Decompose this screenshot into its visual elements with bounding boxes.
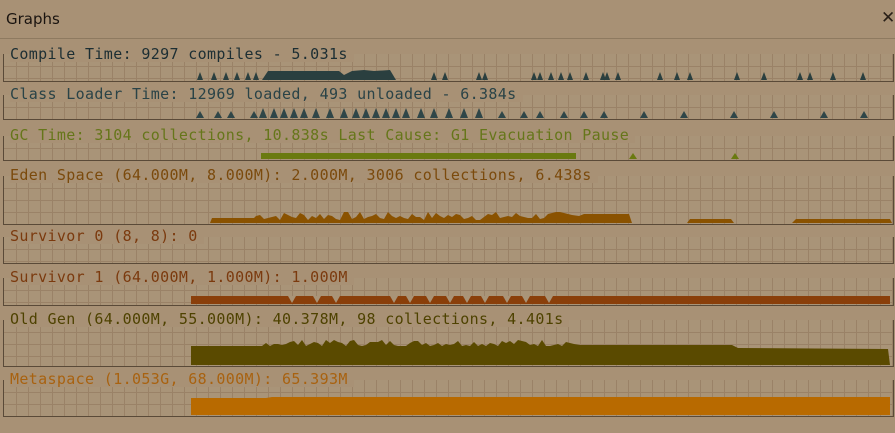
old-gen-label: Old Gen (64.000M, 55.000M): 40.378M, 98 … [10,311,570,327]
class-loader-spike [820,111,828,118]
class-loader-spike [352,108,360,118]
class-loader-spike [280,108,288,118]
compile-spike [245,72,251,80]
compile-spike [558,72,564,80]
eden-space-panel: Eden Space (64.000M, 8.000M): 2.000M, 30… [0,167,895,225]
window-title: Graphs [6,10,60,28]
class-loader-time-panel: Class Loader Time: 12969 loaded, 493 unl… [0,86,895,120]
survivor-1-label: Survivor 1 (64.000M, 1.000M): 1.000M [10,269,354,285]
class-loader-spike [417,108,425,118]
survivor-1-series [191,296,890,304]
eden-space-label: Eden Space (64.000M, 8.000M): 2.000M, 30… [10,167,598,183]
class-loader-spike [460,108,468,118]
class-loader-spike [312,108,320,118]
compile-burst [262,70,396,80]
compile-spike [797,72,803,80]
class-loader-spike [259,108,267,118]
eden-series [792,219,892,223]
class-loader-spike [536,111,544,118]
class-loader-spike [600,111,608,118]
gc-bars [261,153,739,159]
compile-time-label: Compile Time: 9297 compiles - 5.031s [10,46,354,62]
class-loader-spike [680,111,688,118]
compile-spike [476,72,482,80]
compile-spike [687,72,693,80]
class-loader-spike [372,108,380,118]
compile-spike [223,72,229,80]
compile-spike [734,72,740,80]
metaspace-series [191,397,890,415]
compile-spike [583,72,589,80]
class-loader-spike [640,111,648,118]
compile-spike [674,72,680,80]
class-loader-spike [520,111,528,118]
compile-spike [567,72,573,80]
class-loader-spike [475,108,483,118]
compile-spike [234,72,240,80]
compile-spike [482,72,488,80]
class-loader-spike [196,111,204,118]
class-loader-spike [326,108,334,118]
compile-spike [761,72,767,80]
class-loader-spike [402,108,410,118]
class-loader-spike [300,108,308,118]
class-loader-spike [580,111,588,118]
compile-spike [830,72,836,80]
old-gen-series [191,340,890,365]
compile-spike [537,72,543,80]
old-gen-panel: Old Gen (64.000M, 55.000M): 40.378M, 98 … [0,311,895,367]
class-loader-spike [392,108,400,118]
survivor-1-area [191,296,890,304]
survivor-1-panel: Survivor 1 (64.000M, 1.000M): 1.000M [0,269,895,306]
gc-spike [629,153,637,159]
class-loader-spike [340,108,348,118]
gc-block [261,153,576,159]
compile-spike [807,72,813,80]
class-loader-spike [860,111,868,118]
compile-spike [657,72,663,80]
compile-spike [531,72,537,80]
eden-series [687,219,734,223]
compile-spike [860,72,866,80]
survivor-0-panel: Survivor 0 (8, 8): 0 [0,228,895,264]
compile-time-panel: Compile Time: 9297 compiles - 5.031s [0,44,895,82]
compile-spike [197,72,203,80]
class-loader-spike [227,111,235,118]
class-loader-time-label: Class Loader Time: 12969 loaded, 493 unl… [10,86,523,102]
eden-area [210,212,892,223]
metaspace-panel: Metaspace (1.053G, 68.000M): 65.393M [0,371,895,417]
class-loader-spike [560,111,568,118]
class-loader-spike [270,108,278,118]
old-gen-area [191,340,890,365]
title-bar: Graphs ✕ [0,0,895,39]
class-loader-spike [290,108,298,118]
compile-spike [211,72,217,80]
close-icon[interactable]: ✕ [881,8,895,28]
gc-spike [731,153,739,159]
survivor-0-label: Survivor 0 (8, 8): 0 [10,228,204,244]
compile-spike [615,72,621,80]
gc-time-label: GC Time: 3104 collections, 10.838s Last … [10,127,636,143]
class-loader-spike [498,111,506,118]
metaspace-label: Metaspace (1.053G, 68.000M): 65.393M [10,371,354,387]
gc-time-panel: GC Time: 3104 collections, 10.838s Last … [0,127,895,161]
compile-spike [548,72,554,80]
metaspace-area [191,397,890,415]
class-loader-spike [445,108,453,118]
compile-spike [253,72,259,80]
class-loader-spike [362,108,370,118]
graphs-window: Graphs ✕ Compile Time: 9297 compiles - 5… [0,0,895,433]
class-loader-spike [770,111,778,118]
compile-spike [442,72,448,80]
